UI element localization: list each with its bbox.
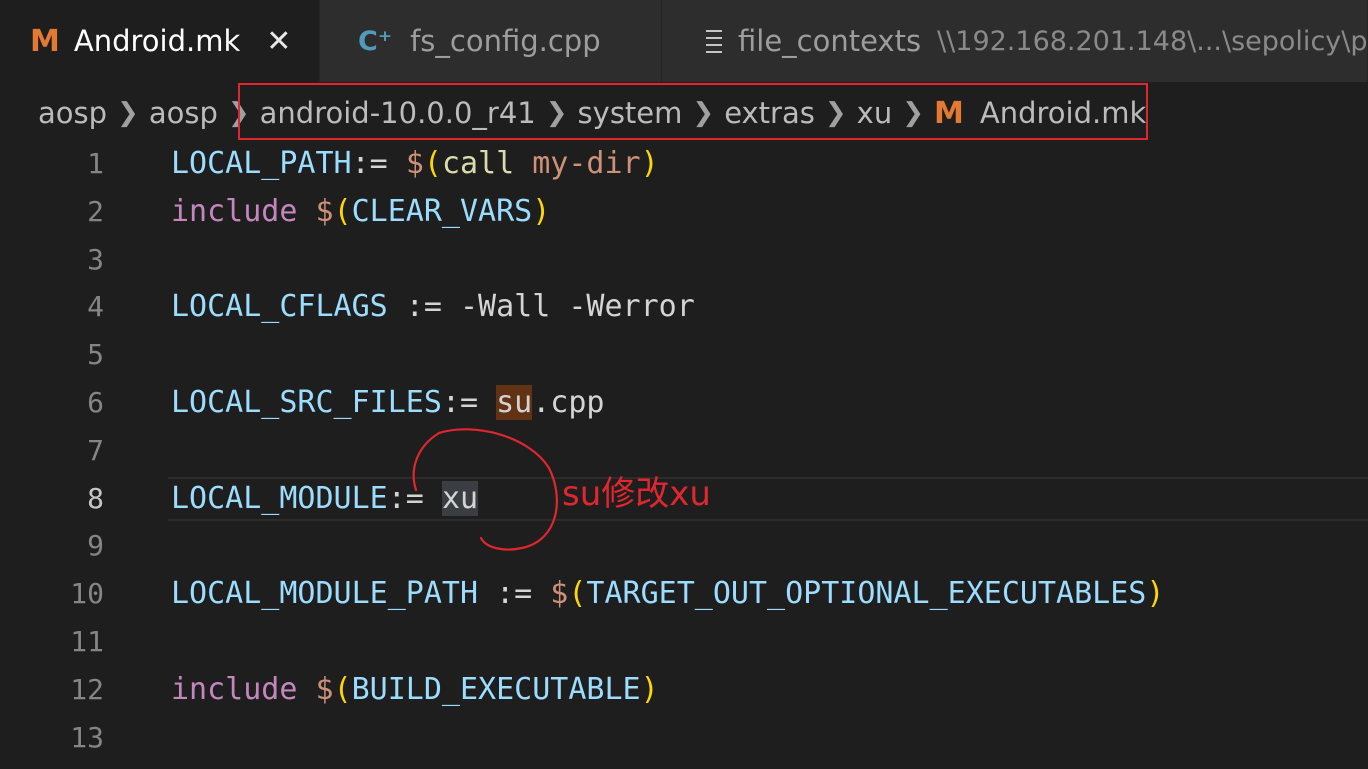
search-match-highlight: su	[496, 384, 533, 420]
code-editor[interactable]: 1 LOCAL_PATH:= $(call my-dir) 2 include …	[0, 140, 1368, 761]
code-line: 5	[0, 331, 1368, 379]
breadcrumb-item[interactable]: system	[578, 96, 683, 130]
code-line: 12 include $(BUILD_EXECUTABLE)	[0, 666, 1368, 714]
makefile-m-icon: M	[934, 95, 964, 131]
makefile-m-icon: M	[30, 23, 60, 59]
code-text[interactable]: LOCAL_CFLAGS := -Wall -Werror	[171, 283, 695, 331]
code-text[interactable]: LOCAL_MODULE:= xu	[171, 475, 479, 523]
line-number: 12	[70, 672, 104, 706]
line-number: 11	[70, 624, 104, 658]
code-text[interactable]: include $(CLEAR_VARS)	[171, 188, 550, 236]
breadcrumb-item[interactable]: android-10.0.0_r41	[260, 96, 536, 130]
tab-label: file_contexts	[738, 24, 922, 58]
code-text[interactable]: LOCAL_PATH:= $(call my-dir)	[171, 140, 659, 188]
line-number: 8	[87, 481, 104, 515]
code-text[interactable]: LOCAL_MODULE_PATH := $(TARGET_OUT_OPTION…	[171, 570, 1164, 618]
tab-file-contexts[interactable]: file_contexts \\192.168.201.148\...\sepo…	[662, 0, 1368, 82]
breadcrumb-item[interactable]: Android.mk	[980, 96, 1146, 130]
breadcrumb: aosp ❯ aosp ❯ android-10.0.0_r41 ❯ syste…	[38, 90, 1146, 136]
code-text[interactable]: LOCAL_SRC_FILES:= su.cpp	[171, 379, 605, 427]
code-line: 2 include $(CLEAR_VARS)	[0, 188, 1368, 236]
line-number: 7	[87, 433, 104, 467]
chevron-right-icon: ❯	[227, 98, 250, 128]
line-number: 1	[87, 147, 104, 180]
line-number: 2	[87, 194, 104, 228]
code-line: 1 LOCAL_PATH:= $(call my-dir)	[0, 140, 1368, 188]
code-line: 4 LOCAL_CFLAGS := -Wall -Werror	[0, 283, 1368, 331]
tab-android-mk[interactable]: M Android.mk ✕	[0, 0, 320, 82]
chevron-right-icon: ❯	[545, 98, 568, 128]
tab-label: Android.mk	[73, 24, 241, 58]
line-number: 9	[87, 529, 104, 563]
breadcrumb-item[interactable]: extras	[724, 96, 815, 130]
selection-highlight: xu	[441, 480, 479, 516]
code-line: 10 LOCAL_MODULE_PATH := $(TARGET_OUT_OPT…	[0, 570, 1368, 618]
code-line: 9	[0, 522, 1368, 570]
tab-bar: M Android.mk ✕ C⁺ fs_config.cpp file_con…	[0, 0, 1368, 82]
code-line: 11	[0, 618, 1368, 666]
tab-path: \\192.168.201.148\...\sepolicy\priv	[937, 25, 1368, 57]
breadcrumb-item[interactable]: aosp	[38, 96, 107, 130]
annotation-note: su修改xu	[562, 474, 711, 514]
line-number: 10	[70, 577, 104, 611]
line-number: 6	[87, 385, 104, 419]
line-number: 13	[70, 720, 104, 754]
chevron-right-icon: ❯	[692, 98, 715, 128]
code-line: 13	[0, 714, 1368, 762]
tab-fs-config-cpp[interactable]: C⁺ fs_config.cpp	[320, 0, 662, 82]
code-line: 3	[0, 236, 1368, 284]
lines-icon	[706, 25, 722, 58]
tab-label: fs_config.cpp	[410, 24, 601, 58]
close-icon[interactable]: ✕	[266, 24, 291, 59]
code-text[interactable]: include $(BUILD_EXECUTABLE)	[171, 666, 659, 714]
breadcrumb-item[interactable]: xu	[857, 96, 893, 130]
chevron-right-icon: ❯	[117, 98, 139, 128]
line-number: 4	[87, 290, 104, 324]
chevron-right-icon: ❯	[824, 98, 847, 128]
breadcrumb-item[interactable]: aosp	[149, 96, 218, 130]
code-line: 6 LOCAL_SRC_FILES:= su.cpp	[0, 379, 1368, 427]
line-number: 5	[87, 338, 104, 372]
chevron-right-icon: ❯	[902, 98, 924, 128]
line-number: 3	[87, 242, 104, 276]
cpp-icon: C⁺	[358, 25, 393, 57]
